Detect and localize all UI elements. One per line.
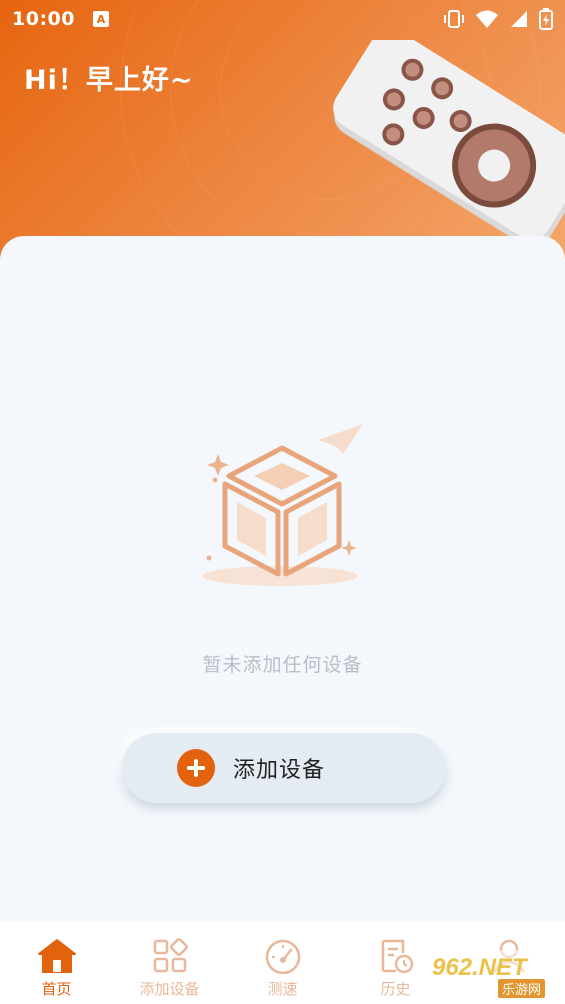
empty-state-message: 暂未添加任何设备 bbox=[202, 654, 363, 676]
notification-icon: A bbox=[92, 11, 109, 27]
wifi-icon bbox=[476, 10, 498, 28]
tab-home[interactable]: 首页 bbox=[0, 922, 113, 1004]
grid-add-icon bbox=[153, 938, 188, 973]
watermark-subtext: 乐游网 bbox=[498, 979, 546, 998]
speedometer-icon bbox=[265, 939, 300, 974]
tab-speedtest-label: 测速 bbox=[267, 980, 298, 998]
tab-add-device[interactable]: 添加设备 bbox=[113, 922, 226, 1004]
battery-charging-icon bbox=[539, 8, 553, 30]
watermark-text: 962.NET bbox=[432, 954, 527, 981]
tab-history-label: 历史 bbox=[380, 980, 411, 998]
greeting-text: Hi！早上好~ bbox=[24, 65, 194, 96]
add-device-button[interactable]: 添加设备 bbox=[122, 733, 446, 803]
vibrate-icon bbox=[444, 10, 464, 28]
history-icon bbox=[381, 939, 413, 974]
home-icon bbox=[37, 939, 76, 973]
status-icons bbox=[443, 8, 553, 30]
add-device-button-label: 添加设备 bbox=[233, 758, 326, 783]
tab-speedtest[interactable]: 测速 bbox=[226, 922, 339, 1004]
tab-add-device-label: 添加设备 bbox=[139, 980, 200, 998]
watermark-logo: 962.NET 乐游网 bbox=[426, 950, 560, 998]
plus-icon bbox=[177, 749, 215, 787]
empty-box-illustration bbox=[202, 424, 363, 586]
status-bar: 10:00 A bbox=[0, 0, 565, 38]
remote-control-illustration bbox=[333, 40, 565, 248]
status-time: 10:00 bbox=[12, 8, 75, 30]
tab-home-label: 首页 bbox=[41, 980, 72, 998]
signal-icon bbox=[511, 11, 527, 27]
